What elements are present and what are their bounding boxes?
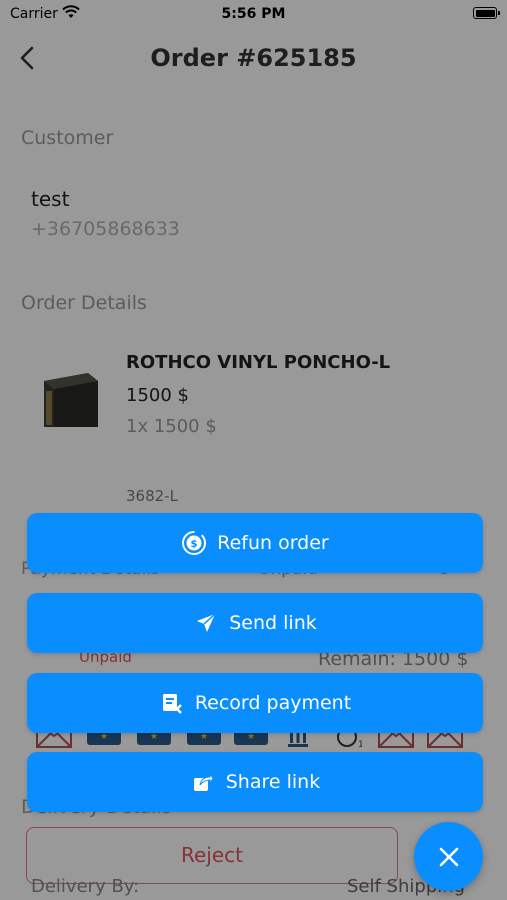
- refund-order-label: Refun order: [217, 532, 329, 554]
- svg-text:$: $: [191, 539, 198, 550]
- refund-order-button[interactable]: $ Refun order: [27, 513, 483, 573]
- refund-dollar-icon: $: [181, 530, 207, 556]
- close-fab-button[interactable]: [414, 822, 483, 891]
- share-link-label: Share link: [225, 771, 321, 793]
- record-payment-label: Record payment: [194, 692, 352, 714]
- record-payment-icon: [159, 690, 185, 716]
- share-icon: [190, 769, 216, 795]
- send-link-label: Send link: [229, 612, 317, 634]
- share-link-button[interactable]: Share link: [27, 752, 483, 812]
- paper-plane-icon: [193, 610, 219, 636]
- close-icon: [439, 847, 458, 866]
- send-link-button[interactable]: Send link: [27, 593, 483, 653]
- record-payment-button[interactable]: Record payment: [27, 673, 483, 733]
